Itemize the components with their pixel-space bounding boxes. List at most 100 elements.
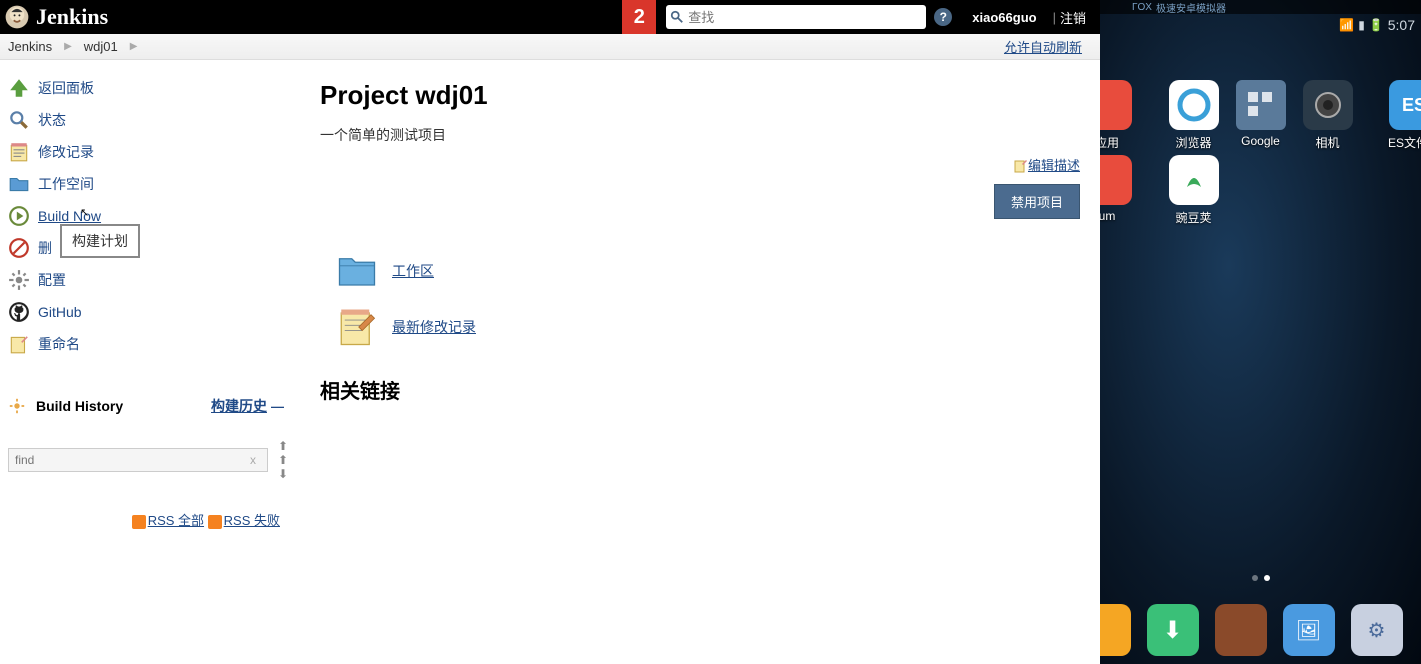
- sidebar-item-workspace[interactable]: 工作空间: [8, 168, 320, 200]
- related-links-heading: 相关链接: [320, 375, 1090, 404]
- sidebar-item-delete[interactable]: 删: [8, 232, 320, 264]
- edit-description-link[interactable]: 编辑描述: [1028, 158, 1080, 173]
- github-icon: [8, 301, 30, 323]
- app-label: um: [1100, 209, 1115, 223]
- dock-app-1[interactable]: [1100, 604, 1131, 656]
- crumb-root[interactable]: Jenkins: [8, 39, 52, 54]
- notification-badge[interactable]: 2: [622, 0, 656, 34]
- sidebar-item-build-now[interactable]: Build Now ↖ 构建计划: [8, 200, 320, 232]
- scroll-arrows[interactable]: ⬆ ⬆ ⬇: [278, 440, 288, 480]
- dock-app-gallery[interactable]: 🖼: [1283, 604, 1335, 656]
- body: 返回面板 状态 修改记录 工作空间 Build Now ↖ 构建计划: [0, 60, 1100, 529]
- app-icon-apps[interactable]: 应用: [1100, 80, 1139, 151]
- dock-app-download[interactable]: ⬇: [1147, 604, 1199, 656]
- rss-icon: [132, 515, 146, 529]
- project-description: 一个简单的测试项目: [320, 125, 1090, 145]
- search-input[interactable]: [684, 10, 922, 25]
- dock-app-game[interactable]: [1215, 604, 1267, 656]
- app-label: 应用: [1100, 134, 1119, 151]
- app-icon-um[interactable]: um: [1100, 155, 1139, 226]
- clock-play-icon: [8, 205, 30, 227]
- search-box[interactable]: [666, 5, 926, 29]
- app-icon-camera[interactable]: 相机: [1296, 80, 1359, 151]
- recent-changes-row[interactable]: 最新修改记录: [320, 299, 1090, 355]
- app-icon-browser[interactable]: 浏览器: [1162, 80, 1225, 151]
- sidebar-item-rename[interactable]: 重命名: [8, 328, 320, 360]
- config-link[interactable]: 配置: [38, 270, 66, 290]
- es-icon: ES: [1402, 95, 1421, 116]
- magnifier-icon: [8, 109, 30, 131]
- username-link[interactable]: xiao66guo: [972, 10, 1036, 25]
- arrow-down-icon[interactable]: ⬇: [278, 468, 288, 480]
- clear-x-icon[interactable]: x: [250, 453, 256, 467]
- app-icon-es[interactable]: ESES文件浏: [1383, 80, 1421, 151]
- crumb-project[interactable]: wdj01: [84, 39, 118, 54]
- signal-icon: ▮: [1358, 18, 1365, 32]
- download-icon: ⬇: [1162, 616, 1182, 645]
- back-link[interactable]: 返回面板: [38, 78, 94, 98]
- app-icon-wandoujia[interactable]: 豌豆荚: [1162, 155, 1225, 226]
- sidebar-item-changes[interactable]: 修改记录: [8, 136, 320, 168]
- workspace-row[interactable]: 工作区: [320, 243, 1090, 299]
- breadcrumb: Jenkins ▶ wdj01 ▶ 允许自动刷新: [0, 34, 1100, 60]
- disable-project-button[interactable]: 禁用项目: [994, 184, 1080, 219]
- wandou-icon: [1179, 165, 1209, 195]
- emulator-logo-text: ΓΟΧ: [1132, 2, 1152, 13]
- android-emulator: ΓΟΧ极速安卓模拟器 📶 ▮ 🔋 5:07 应用 浏览器 Google 相机 E…: [1100, 0, 1421, 664]
- recent-changes-link[interactable]: 最新修改记录: [392, 317, 476, 337]
- auto-refresh-link[interactable]: 允许自动刷新: [1004, 40, 1082, 55]
- changes-link[interactable]: 修改记录: [38, 142, 94, 162]
- folder-large-icon: [336, 250, 378, 292]
- help-icon[interactable]: ?: [934, 8, 952, 26]
- build-history-header: Build History 构建历史 —: [8, 396, 320, 416]
- sidebar-item-configure[interactable]: 配置: [8, 264, 320, 296]
- rss-all-link[interactable]: RSS 全部: [148, 513, 204, 528]
- project-links: 工作区 最新修改记录: [320, 243, 1090, 355]
- app-label: 浏览器: [1175, 134, 1211, 151]
- build-now-link[interactable]: Build Now: [38, 208, 101, 224]
- gear-icon: [8, 269, 30, 291]
- sidebar-item-back[interactable]: 返回面板: [8, 72, 320, 104]
- logout-link[interactable]: 注销: [1060, 8, 1086, 27]
- page-title: Project wdj01: [320, 80, 1090, 111]
- find-input[interactable]: [8, 448, 268, 472]
- edit-pencil-icon: [1014, 160, 1028, 174]
- jenkins-head-icon: [4, 4, 30, 30]
- google-folder-icon: [1246, 90, 1276, 120]
- status-link[interactable]: 状态: [38, 110, 66, 130]
- up-arrow-icon: [8, 77, 30, 99]
- dock-app-settings[interactable]: ⚙: [1351, 604, 1403, 656]
- page-indicator[interactable]: [1100, 573, 1421, 584]
- status-time: 5:07: [1388, 17, 1415, 33]
- separator: |: [1053, 10, 1056, 25]
- search-icon: [670, 10, 684, 24]
- build-tooltip: 构建计划: [60, 224, 140, 258]
- sidebar: 返回面板 状态 修改记录 工作空间 Build Now ↖ 构建计划: [0, 60, 320, 529]
- delete-link[interactable]: 删: [38, 238, 52, 258]
- arrow-up-icon[interactable]: ⬆: [278, 440, 288, 452]
- build-history-link[interactable]: 构建历史: [211, 398, 267, 414]
- trend-icon[interactable]: —: [271, 399, 284, 414]
- main-panel: Project wdj01 一个简单的测试项目 编辑描述 禁用项目 工作区 最新…: [320, 60, 1100, 529]
- notepad-large-icon: [336, 306, 378, 348]
- rss-fail-link[interactable]: RSS 失败: [224, 513, 280, 528]
- build-history-title: Build History: [36, 398, 123, 414]
- sidebar-item-github[interactable]: GitHub: [8, 296, 320, 328]
- github-link[interactable]: GitHub: [38, 304, 82, 320]
- ws-link[interactable]: 工作空间: [38, 174, 94, 194]
- crumb-right: 允许自动刷新: [1004, 37, 1082, 56]
- wifi-icon: 📶: [1339, 18, 1354, 32]
- app-icon-google[interactable]: Google: [1229, 80, 1292, 151]
- notepad-edit-icon: [8, 333, 30, 355]
- browser-c-icon: [1177, 88, 1211, 122]
- rename-link[interactable]: 重命名: [38, 334, 80, 354]
- chevron-icon: ▶: [64, 41, 72, 52]
- arrow-mid-icon[interactable]: ⬆: [278, 454, 288, 466]
- folder-icon: [8, 173, 30, 195]
- cursor-icon: ↖: [80, 206, 89, 219]
- jenkins-logo[interactable]: Jenkins: [0, 4, 108, 30]
- sidebar-item-status[interactable]: 状态: [8, 104, 320, 136]
- workspace-link[interactable]: 工作区: [392, 261, 434, 281]
- chevron-icon: ▶: [130, 41, 138, 52]
- app-label: 相机: [1315, 134, 1339, 151]
